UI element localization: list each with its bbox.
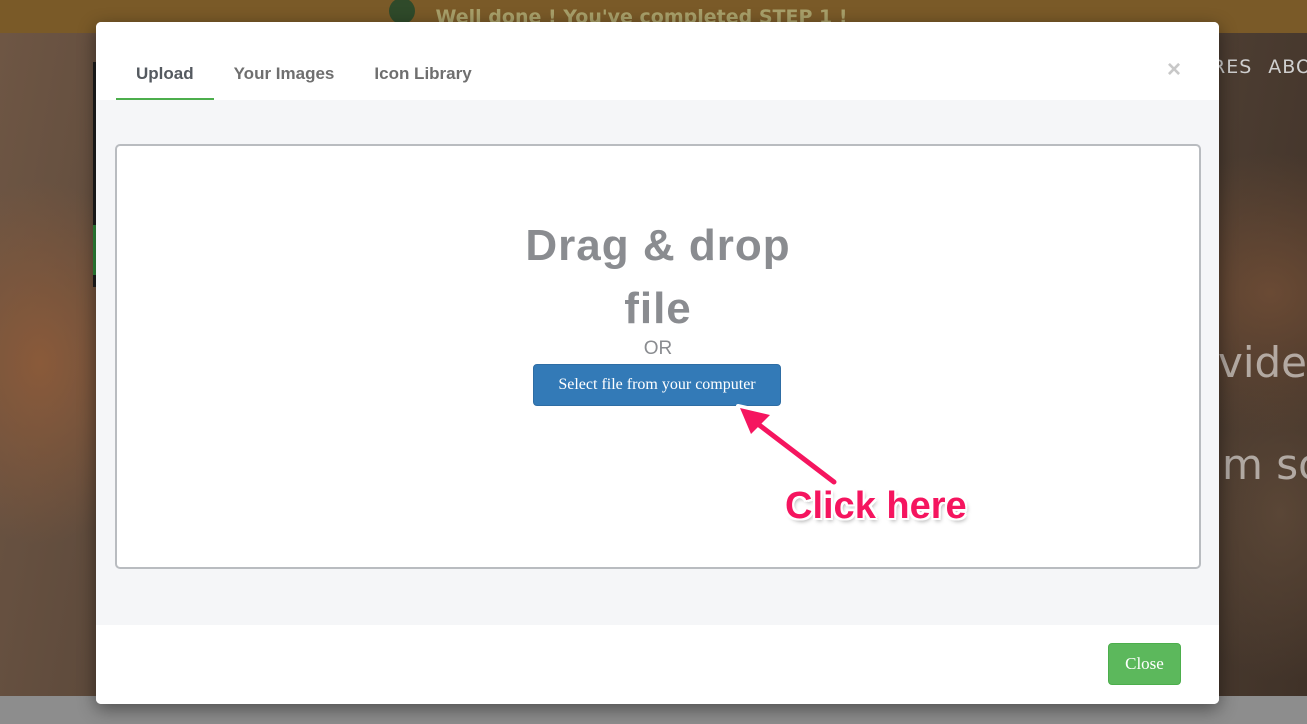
modal-tabs: Upload Your Images Icon Library (116, 50, 492, 100)
file-dropzone[interactable]: Drag & drop file OR Select file from you… (115, 144, 1201, 569)
click-here-annotation: Click here (785, 485, 967, 527)
image-upload-modal: Upload Your Images Icon Library × Drag &… (96, 22, 1219, 704)
badge-icon (389, 0, 416, 24)
background-hero-text: video (1218, 338, 1307, 387)
or-separator: OR (643, 338, 673, 359)
tab-your-images[interactable]: Your Images (214, 50, 355, 100)
tab-upload[interactable]: Upload (116, 50, 214, 100)
background-nav: RES ABO (1212, 56, 1307, 78)
background-nav-item: ABO (1268, 56, 1307, 78)
modal-body: Drag & drop file OR Select file from you… (96, 100, 1219, 625)
modal-footer: Close (96, 625, 1219, 704)
close-icon[interactable]: × (1167, 58, 1181, 82)
dropzone-title-line: file (624, 284, 692, 333)
dropzone-title: Drag & drop file (117, 214, 1199, 340)
tab-icon-library[interactable]: Icon Library (354, 50, 491, 100)
modal-header: Upload Your Images Icon Library × (96, 22, 1219, 100)
close-button[interactable]: Close (1108, 643, 1181, 685)
background-hero-text: m so (1222, 440, 1307, 489)
dropzone-title-line: Drag & drop (525, 221, 791, 270)
